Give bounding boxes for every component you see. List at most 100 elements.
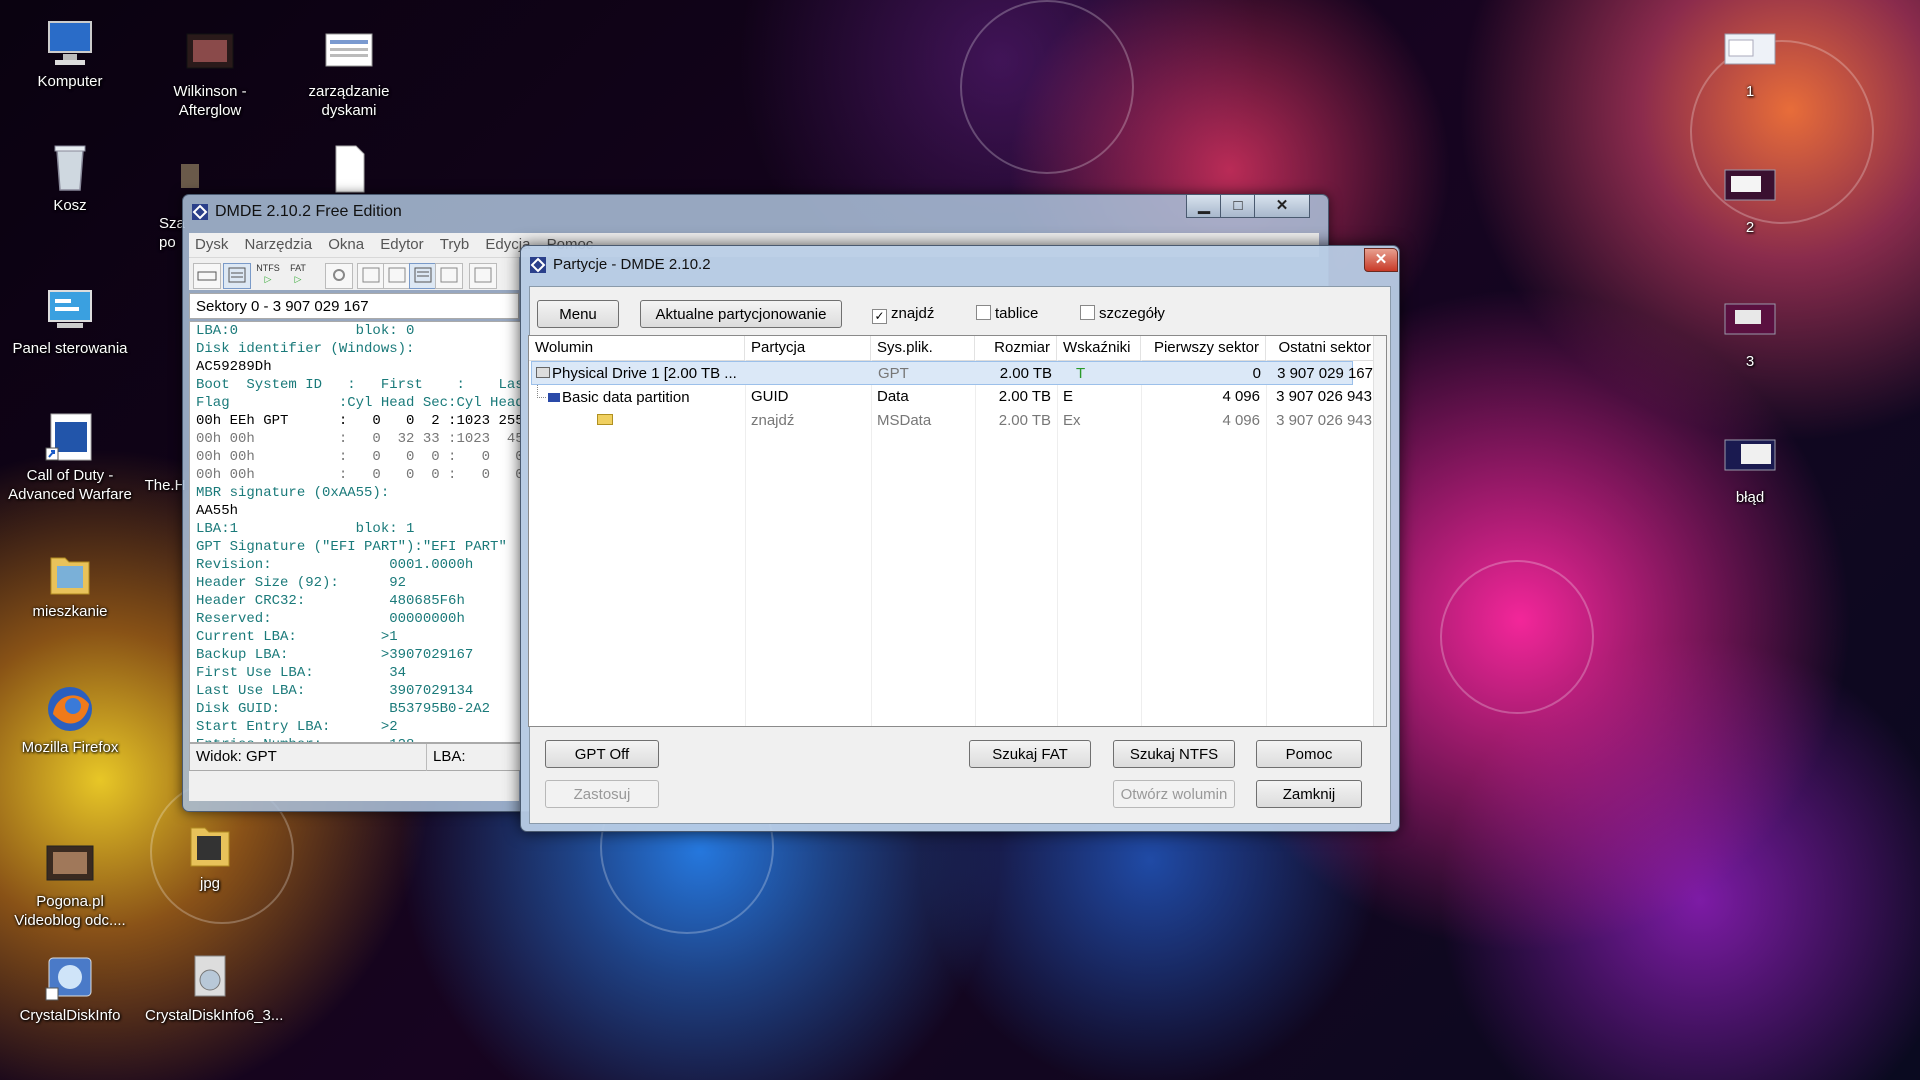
partitions-button[interactable] xyxy=(223,263,251,289)
fat-button[interactable]: FAT ▷ xyxy=(285,263,311,287)
template-line: 00h 00h : 0 0 0 : 0 0 xyxy=(196,467,521,483)
table-row[interactable]: Basic data partition GUID Data 2.00 TB E… xyxy=(529,385,1386,409)
search-ntfs-button[interactable]: Szukaj NTFS xyxy=(1113,740,1235,768)
table-cell-wolumin: Basic data partition xyxy=(529,385,745,409)
desktop-icon-2[interactable]: 2 xyxy=(1685,164,1815,237)
template-line: AC59289Dh xyxy=(196,359,272,375)
maximize-button[interactable]: □ xyxy=(1220,195,1256,218)
menu-narzedzia[interactable]: Narzędzia xyxy=(239,233,319,257)
checkbox-label: tablice xyxy=(995,305,1039,322)
partitions-table[interactable]: Wolumin Partycja Sys.plik. Rozmiar Wskaź… xyxy=(528,335,1387,727)
folder-icon xyxy=(43,548,97,598)
desktop-icon-computer[interactable]: Komputer xyxy=(5,18,135,91)
window-button[interactable] xyxy=(469,263,497,289)
template-line: Header Size (92): 92 xyxy=(196,575,407,591)
template-line: Revision: 0001.0000h xyxy=(196,557,474,573)
column-header-ostatni-sektor[interactable]: Ostatni sektor xyxy=(1266,336,1378,360)
menu-button[interactable]: Menu xyxy=(537,300,619,328)
template-line: GPT Signature ("EFI PART"):"EFI PART" xyxy=(196,539,507,555)
template-line: First Use LBA: 34 xyxy=(196,665,407,681)
template-line: Header CRC32: 480685F6h xyxy=(196,593,465,609)
desktop-icon-crystaldiskinfo[interactable]: CrystalDiskInfo xyxy=(5,952,135,1025)
list-view-icon xyxy=(362,267,380,283)
help-button[interactable]: Pomoc xyxy=(1256,740,1362,768)
menu-edytor[interactable]: Edytor xyxy=(374,233,429,257)
table-cell-rozmiar: 2.00 TB xyxy=(999,365,1052,382)
open-volume-button[interactable]: Otwórz wolumin xyxy=(1113,780,1235,808)
ntfs-button[interactable]: NTFS ▷ xyxy=(255,263,281,287)
desktop-icon-crystaldiskinfo-installer[interactable]: CrystalDiskInfo6_3... xyxy=(145,952,284,1025)
menu-tryb[interactable]: Tryb xyxy=(434,233,475,257)
view-hex-button[interactable] xyxy=(357,263,385,289)
desktop-icon-label: CrystalDiskInfo6_3... xyxy=(145,1007,284,1024)
wallpaper-bokeh xyxy=(960,0,1134,174)
view-template-button[interactable] xyxy=(409,263,437,289)
desktop-icon-label: jpg xyxy=(199,875,221,892)
table-row[interactable]: Physical Drive 1 [2.00 TB ... GPT 2.00 T… xyxy=(531,361,1373,385)
table-cell-rozmiar: 2.00 TB xyxy=(998,412,1051,429)
desktop-icon-firefox[interactable]: Mozilla Firefox xyxy=(5,684,135,757)
template-line: 00h 00h : 0 32 33 :1023 45 xyxy=(196,431,521,447)
disk-view-button[interactable] xyxy=(193,263,221,289)
column-header-sysplik[interactable]: Sys.plik. xyxy=(871,336,975,360)
column-header-partycja[interactable]: Partycja xyxy=(745,336,871,360)
dmde-app-icon xyxy=(191,203,209,221)
desktop-icon-3[interactable]: 3 xyxy=(1685,298,1815,371)
desktop-icon-label: Wilkinson - Afterglow xyxy=(173,83,247,119)
dialog-title: Partycje - DMDE 2.10.2 xyxy=(553,256,711,273)
desktop-icon-call-of-duty[interactable]: Call of Duty - Advanced Warfare xyxy=(5,412,135,504)
document-icon xyxy=(322,144,376,194)
desktop-icon-recycle-bin[interactable]: Kosz xyxy=(5,142,135,215)
table-row[interactable]: znajdź MSData 2.00 TB Ex 4 096 3 907 026… xyxy=(529,409,1386,433)
tables-checkbox[interactable]: tablice xyxy=(976,305,1038,323)
close-button[interactable]: ✕ xyxy=(1254,195,1310,218)
menu-okna[interactable]: Okna xyxy=(322,233,370,257)
folder-icon xyxy=(597,414,613,425)
desktop-icon-disk-management[interactable]: zarządzanie dyskami xyxy=(284,28,414,120)
table-cell-wskazniki: T xyxy=(1076,365,1086,382)
crystaldiskinfo-icon xyxy=(43,952,97,1002)
dialog-close-button[interactable]: ✕ xyxy=(1364,248,1398,272)
table-cell-sysplik: Data xyxy=(877,388,909,405)
desktop-icon-jpg[interactable]: jpg xyxy=(145,820,275,893)
desktop-icon-label: Komputer xyxy=(37,73,103,90)
partition-icon xyxy=(548,393,560,402)
menu-dysk[interactable]: Dysk xyxy=(189,233,234,257)
template-line: LBA:0 blok: 0 xyxy=(196,323,415,339)
desktop-icon-document[interactable] xyxy=(284,144,414,198)
sector-range: Sektory 0 - 3 907 029 167 xyxy=(189,293,519,319)
column-header-pierwszy-sektor[interactable]: Pierwszy sektor xyxy=(1141,336,1266,360)
apply-button[interactable]: Zastosuj xyxy=(545,780,659,808)
desktop-icon-label: Panel sterowania xyxy=(12,340,128,357)
settings-button[interactable] xyxy=(325,263,353,289)
close-dialog-button[interactable]: Zamknij xyxy=(1256,780,1362,808)
table-cell-ostatni: 3 907 026 943 xyxy=(1276,388,1372,405)
video-file-icon xyxy=(183,28,237,78)
view-text-button[interactable] xyxy=(383,263,411,289)
template-view-pane[interactable]: LBA:0 blok: 0 Disk identifier (Windows): A… xyxy=(189,321,521,743)
column-header-wolumin[interactable]: Wolumin xyxy=(529,336,745,360)
video-file-icon xyxy=(43,838,97,888)
desktop-icon-wilkinson[interactable]: Wilkinson - Afterglow xyxy=(145,28,275,120)
column-header-rozmiar[interactable]: Rozmiar xyxy=(975,336,1057,360)
minimize-button[interactable]: ▁ xyxy=(1186,195,1222,218)
desktop-icon-1[interactable]: 1 xyxy=(1685,28,1815,101)
details-checkbox[interactable]: szczegóły xyxy=(1080,305,1165,323)
template-line: 00h 00h : 0 0 0 : 0 0 xyxy=(196,449,521,465)
desktop-icon-blad[interactable]: błąd xyxy=(1685,434,1815,507)
maximize-icon: □ xyxy=(1233,197,1243,214)
desktop-icon-mieszkanie[interactable]: mieszkanie xyxy=(5,548,135,621)
status-bar: Widok: GPT LBA: 0x000000 xyxy=(189,743,521,796)
view-dir-button[interactable] xyxy=(435,263,463,289)
checkbox-checked-icon: ✓ xyxy=(872,309,887,324)
table-scrollbar[interactable] xyxy=(1373,336,1386,726)
desktop-icon-pogona[interactable]: Pogona.pl Videoblog odc.... xyxy=(5,838,135,930)
gpt-off-button[interactable]: GPT Off xyxy=(545,740,659,768)
current-partitioning-button[interactable]: Aktualne partycjonowanie xyxy=(640,300,842,328)
find-checkbox[interactable]: ✓ znajdź xyxy=(872,305,934,324)
column-header-wskazniki[interactable]: Wskaźniki xyxy=(1057,336,1141,360)
search-fat-button[interactable]: Szukaj FAT xyxy=(969,740,1091,768)
table-cell-wolumin xyxy=(529,409,745,433)
desktop-icon-control-panel[interactable]: Panel sterowania xyxy=(5,285,135,358)
template-line: Boot System ID : First : Last xyxy=(196,377,521,393)
